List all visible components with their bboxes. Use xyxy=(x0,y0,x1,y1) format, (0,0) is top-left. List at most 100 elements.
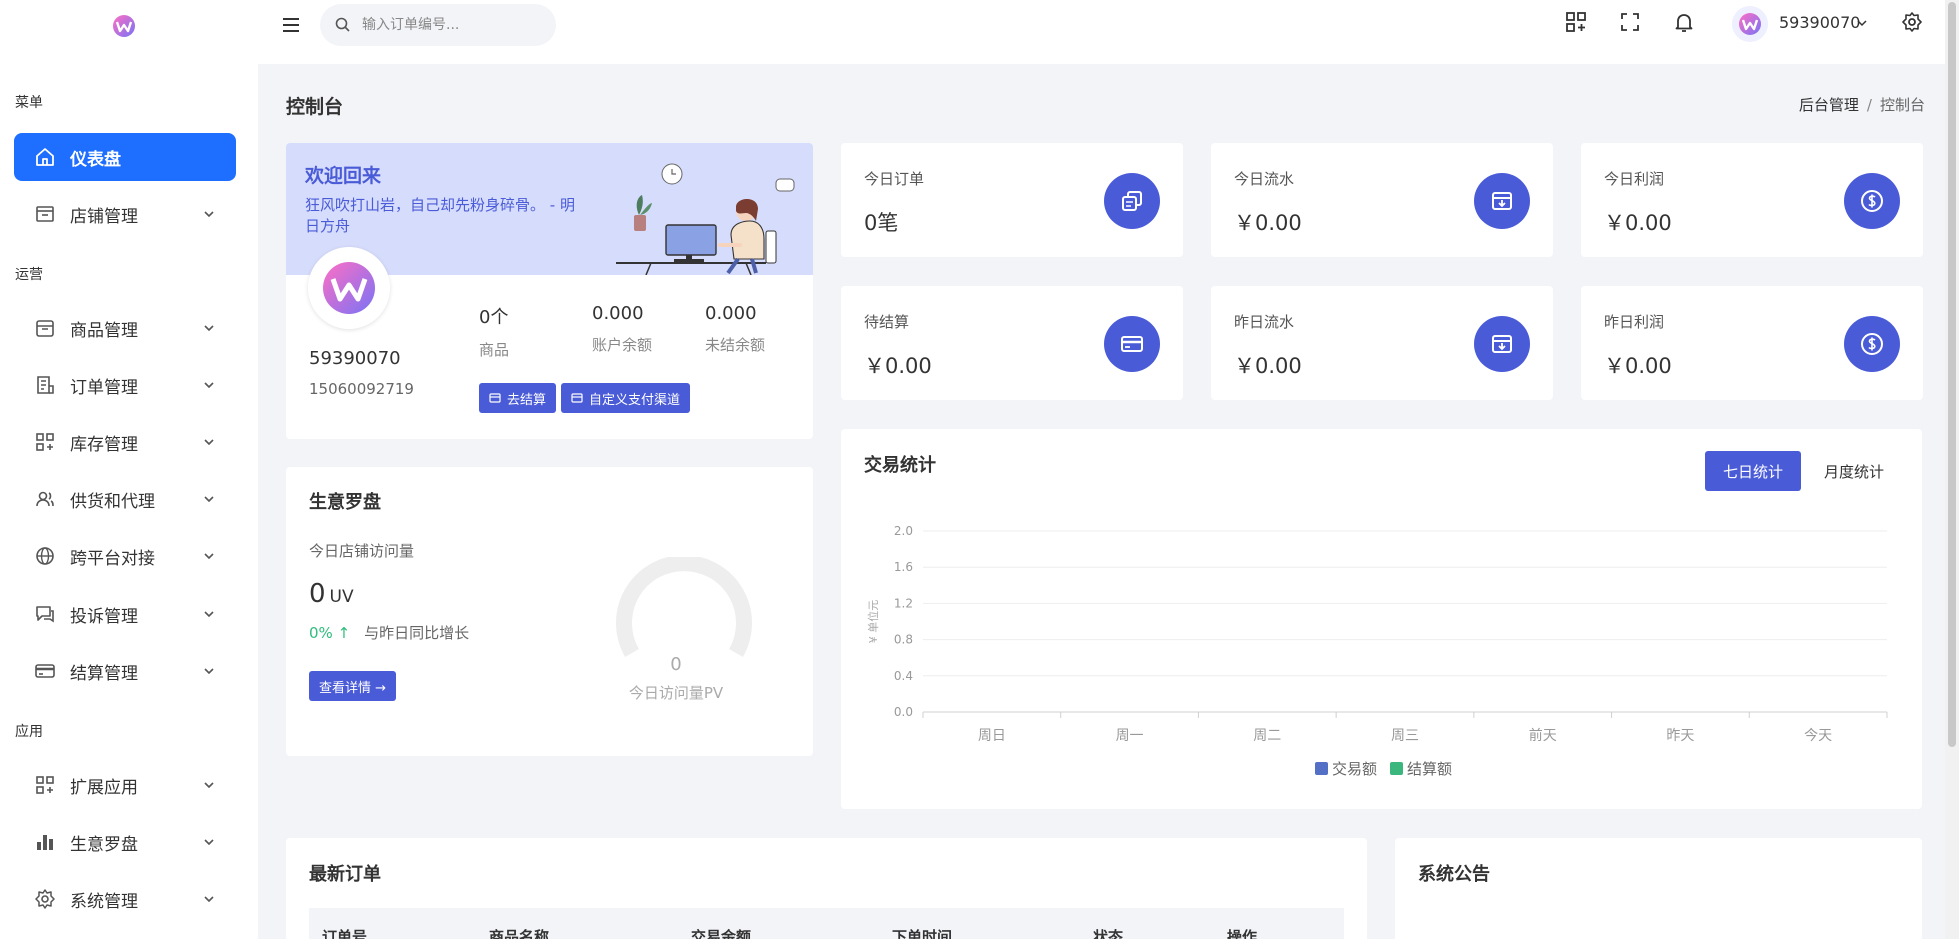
legend-label: 交易额 xyxy=(1332,760,1377,778)
x-tick-label: 周二 xyxy=(1253,728,1281,744)
credit-card-icon xyxy=(1104,316,1160,372)
column-header-actions[interactable]: 操作 xyxy=(1227,926,1257,939)
custom-payment-channel-label: 自定义支付渠道 xyxy=(589,392,681,408)
settle-button-label: 去结算 xyxy=(507,392,547,408)
sidebar-item-complaints[interactable]: 投诉管理 xyxy=(14,590,236,638)
column-header-order-time[interactable]: 下单时间 xyxy=(892,926,952,939)
copy-icon xyxy=(1104,173,1160,229)
sidebar-item-label: 店铺管理 xyxy=(70,206,138,227)
stat-products: 0个 商品 xyxy=(479,303,509,360)
sidebar-item-label: 生意罗盘 xyxy=(70,834,138,855)
fullscreen-icon[interactable] xyxy=(1618,10,1642,34)
shop-logo-icon xyxy=(308,247,390,329)
chevron-down-icon xyxy=(204,611,214,618)
sidebar-item-label: 系统管理 xyxy=(70,891,138,912)
sidebar-item-label: 库存管理 xyxy=(70,434,138,455)
home-icon xyxy=(36,148,54,166)
page-title: 控制台 xyxy=(286,96,344,118)
wallet-icon xyxy=(571,393,583,403)
y-tick-label: 2.0 xyxy=(894,524,913,538)
stat-value: 0.000 xyxy=(592,303,644,324)
office-worker-illustration xyxy=(616,163,795,275)
x-tick-label: 周一 xyxy=(1116,728,1144,744)
legend-label: 结算额 xyxy=(1407,760,1452,778)
sidebar-item-label: 供货和代理 xyxy=(70,491,155,512)
sidebar-item-settlement[interactable]: 结算管理 xyxy=(14,647,236,695)
search-input[interactable] xyxy=(362,14,542,36)
column-header-status[interactable]: 状态 xyxy=(1093,926,1123,939)
kpi-card-today-orders: 今日订单 0笔 xyxy=(841,143,1183,257)
hamburger-menu-icon[interactable] xyxy=(280,14,302,36)
dollar-coin-icon xyxy=(1844,316,1900,372)
gear-icon[interactable] xyxy=(1900,10,1924,34)
custom-payment-channel-button[interactable]: 自定义支付渠道 xyxy=(561,383,691,413)
sidebar-item-orders[interactable]: 订单管理 xyxy=(14,361,236,409)
legend-swatch xyxy=(1390,762,1403,775)
sidebar-item-label: 仪表盘 xyxy=(70,149,121,170)
welcome-card: 欢迎回来 狂风吹打山岩，自己却先粉身碎骨。 - 明日方舟 59390070 15… xyxy=(286,143,813,439)
avatar[interactable] xyxy=(1732,6,1768,42)
sidebar-item-extensions[interactable]: 扩展应用 xyxy=(14,761,236,809)
globe-icon xyxy=(36,547,54,565)
y-axis-label: ¥ 单位元 xyxy=(866,600,880,644)
account-id: 59390070 xyxy=(309,348,401,369)
compass-subtitle: 今日店铺访问量 xyxy=(309,542,415,560)
kpi-value: ￥0.00 xyxy=(1234,211,1302,235)
breadcrumb-item-admin[interactable]: 后台管理 xyxy=(1799,96,1859,114)
sidebar-item-business-compass[interactable]: 生意罗盘 xyxy=(14,818,236,866)
kpi-label: 今日订单 xyxy=(864,170,925,188)
card-icon xyxy=(35,664,55,678)
sidebar-item-store[interactable]: 店铺管理 xyxy=(14,190,236,238)
search-box xyxy=(320,4,556,46)
sidebar-item-label: 订单管理 xyxy=(70,377,138,398)
column-header-product-name[interactable]: 商品名称 xyxy=(489,926,549,939)
compass-title: 生意罗盘 xyxy=(309,492,381,513)
gauge-label: 今日访问量PV xyxy=(628,684,724,702)
y-tick-label: 0.8 xyxy=(894,633,913,647)
legend-swatch xyxy=(1315,762,1328,775)
chevron-down-icon xyxy=(204,896,214,903)
gear-icon xyxy=(35,889,55,909)
sidebar-item-supply-agent[interactable]: 供货和代理 xyxy=(14,475,236,523)
y-tick-label: 1.6 xyxy=(894,560,913,574)
settle-button[interactable]: 去结算 xyxy=(479,383,557,413)
search-icon xyxy=(335,17,350,32)
chevron-down-icon[interactable] xyxy=(1856,17,1868,29)
grid-plus-icon xyxy=(36,433,54,451)
section-label-operations: 运营 xyxy=(15,267,43,283)
order-icon xyxy=(37,376,54,394)
chevron-down-icon xyxy=(204,211,214,218)
column-header-amount[interactable]: 交易金额 xyxy=(691,926,751,939)
business-compass-card: 生意罗盘 今日店铺访问量 0 UV 0% ↑ 与昨日同比增长 查看详情 → 0 今日… xyxy=(286,467,813,756)
orders-title: 最新订单 xyxy=(309,864,381,885)
sidebar-item-cross-platform[interactable]: 跨平台对接 xyxy=(14,532,236,580)
sidebar-item-inventory[interactable]: 库存管理 xyxy=(14,418,236,466)
kpi-label: 今日流水 xyxy=(1234,170,1295,188)
scrollbar-thumb[interactable] xyxy=(1948,2,1956,747)
sidebar-item-products[interactable]: 商品管理 xyxy=(14,304,236,352)
kpi-card-yesterday-flow: 昨日流水 ￥0.00 xyxy=(1211,286,1553,400)
user-name[interactable]: 59390070 xyxy=(1779,13,1860,32)
y-tick-label: 1.2 xyxy=(894,596,913,610)
sidebar-item-dashboard[interactable]: 仪表盘 xyxy=(14,133,236,181)
growth-percent: 0% ↑ xyxy=(309,624,351,642)
qr-code-icon[interactable] xyxy=(1564,10,1588,34)
brand-logo-icon[interactable] xyxy=(110,12,138,40)
column-header-order-no[interactable]: 订单号 xyxy=(322,926,367,939)
sidebar-item-system[interactable]: 系统管理 xyxy=(14,875,236,923)
inbox-download-icon xyxy=(1474,173,1530,229)
account-phone: 15060092719 xyxy=(309,380,414,398)
chat-icon xyxy=(36,606,54,623)
view-details-button[interactable]: 查看详情 → xyxy=(309,671,397,701)
kpi-label: 今日利润 xyxy=(1604,170,1665,188)
section-label-menu: 菜单 xyxy=(15,95,43,111)
x-tick-label: 周日 xyxy=(978,728,1006,744)
kpi-value: ￥0.00 xyxy=(864,354,932,378)
section-label-apps: 应用 xyxy=(15,724,43,740)
page-scrollbar[interactable] xyxy=(1945,0,1959,939)
notice-title: 系统公告 xyxy=(1418,864,1490,885)
bell-icon[interactable] xyxy=(1672,10,1696,34)
welcome-title: 欢迎回来 xyxy=(305,165,382,187)
orders-table-header: 订单号 商品名称 交易金额 下单时间 状态 操作 xyxy=(309,908,1344,939)
pv-gauge xyxy=(616,557,752,657)
